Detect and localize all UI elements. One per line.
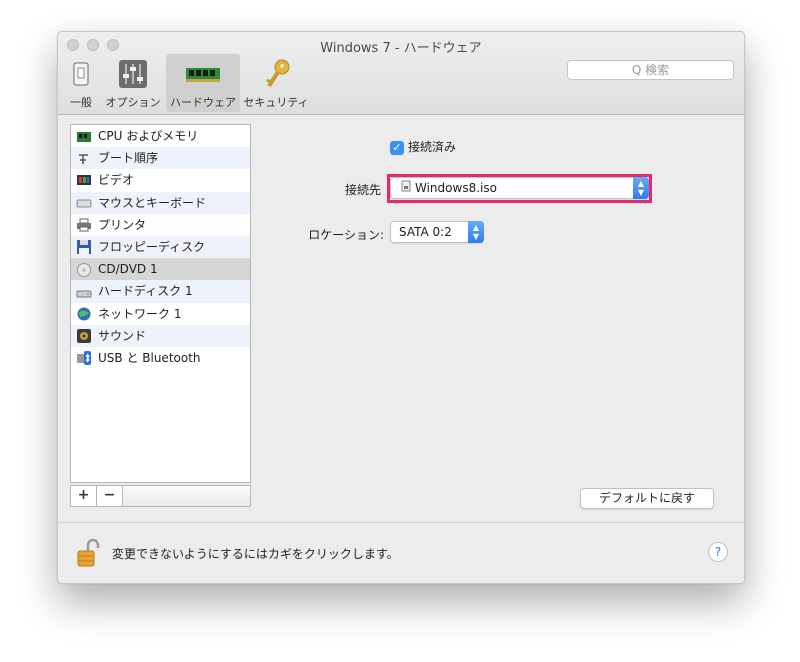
location-value: SATA 0:2 bbox=[399, 225, 452, 239]
toolbar-options[interactable]: オプション bbox=[102, 54, 164, 112]
controls-filler bbox=[123, 486, 250, 506]
lock-icon[interactable] bbox=[76, 538, 100, 568]
connected-label: 接続済み bbox=[408, 140, 457, 154]
device-list-controls: + − bbox=[70, 485, 251, 507]
sidebar-item-label: ブート順序 bbox=[98, 151, 159, 166]
sidebar-item-label: マウスとキーボード bbox=[98, 195, 207, 210]
remove-device-button[interactable]: − bbox=[97, 486, 123, 506]
toolbar-general[interactable]: 一般 bbox=[64, 54, 98, 112]
security-key-icon bbox=[242, 58, 310, 90]
sidebar-item-video[interactable]: ビデオ bbox=[71, 169, 250, 191]
sidebar-item-printer[interactable]: プリンタ bbox=[71, 214, 250, 236]
options-sliders-icon bbox=[102, 58, 164, 90]
general-switch-icon bbox=[64, 58, 98, 90]
sidebar-item-label: ハードディスク 1 bbox=[98, 284, 193, 299]
sidebar-item-usb-bluetooth[interactable]: USB と Bluetooth bbox=[71, 347, 250, 369]
source-value: Windows8.iso bbox=[415, 181, 497, 195]
toolbar-options-label: オプション bbox=[105, 96, 161, 109]
printer-icon bbox=[76, 217, 92, 232]
sidebar-item-hard-disk[interactable]: ハードディスク 1 bbox=[71, 280, 250, 303]
sidebar-item-keyboard[interactable]: マウスとキーボード bbox=[71, 191, 250, 214]
device-list: CPU およびメモリ ブート順序 ビデオ マウスとキーボード プリンタ フロッピ… bbox=[70, 124, 251, 483]
cpu-memory-icon bbox=[76, 129, 92, 143]
sidebar-item-sound[interactable]: サウンド bbox=[71, 324, 250, 347]
sidebar-item-label: フロッピーディスク bbox=[98, 239, 206, 254]
sidebar-item-floppy[interactable]: フロッピーディスク bbox=[71, 235, 250, 259]
connected-row[interactable]: ✓ 接続済み bbox=[390, 138, 456, 155]
source-stepper[interactable]: ▲ ▼ bbox=[633, 177, 649, 199]
keyboard-icon bbox=[76, 195, 92, 209]
search-field[interactable]: Q 検索 bbox=[567, 60, 734, 80]
help-button[interactable]: ? bbox=[708, 542, 728, 562]
sidebar-item-label: プリンタ bbox=[98, 217, 147, 232]
sidebar-item-label: ネットワーク 1 bbox=[98, 306, 182, 321]
source-select[interactable]: Windows8.iso ▲ ▼ bbox=[390, 177, 649, 199]
sidebar-item-label: USB と Bluetooth bbox=[98, 350, 201, 365]
toolbar-general-label: 一般 bbox=[70, 96, 92, 109]
footer-divider bbox=[58, 522, 744, 523]
preferences-window: Windows 7 - ハードウェア 一般 オプション ハードウェア セキュリテ… bbox=[57, 31, 745, 584]
file-icon bbox=[401, 178, 415, 198]
hard-disk-icon bbox=[76, 284, 92, 298]
connected-checkbox[interactable]: ✓ bbox=[390, 140, 404, 155]
sidebar-item-label: CD/DVD 1 bbox=[98, 262, 158, 277]
restore-defaults-button[interactable]: デフォルトに戻す bbox=[580, 488, 714, 509]
speaker-icon bbox=[76, 328, 92, 344]
hardware-ram-icon bbox=[166, 58, 240, 90]
location-label: ロケーション: bbox=[308, 228, 384, 242]
toolbar-hardware-label: ハードウェア bbox=[170, 96, 236, 109]
toolbar-security[interactable]: セキュリティ bbox=[242, 54, 310, 112]
cd-dvd-icon bbox=[76, 262, 92, 277]
location-select[interactable]: SATA 0:2 ▲ ▼ bbox=[390, 221, 484, 243]
sidebar-item-network[interactable]: ネットワーク 1 bbox=[71, 303, 250, 325]
network-globe-icon bbox=[76, 306, 92, 321]
toolbar-security-label: セキュリティ bbox=[243, 96, 309, 109]
location-stepper[interactable]: ▲ ▼ bbox=[468, 221, 484, 243]
sidebar-item-boot-order[interactable]: ブート順序 bbox=[71, 147, 250, 170]
lock-message: 変更できないようにするにはカギをクリックします。 bbox=[112, 547, 399, 561]
titlebar: Windows 7 - ハードウェア 一般 オプション ハードウェア セキュリテ… bbox=[58, 32, 744, 115]
video-icon bbox=[76, 173, 92, 187]
usb-bluetooth-icon bbox=[76, 350, 92, 366]
boot-order-icon bbox=[76, 151, 92, 165]
sidebar-item-cd-dvd[interactable]: CD/DVD 1 bbox=[71, 258, 250, 281]
floppy-icon bbox=[76, 239, 92, 255]
add-device-button[interactable]: + bbox=[71, 486, 97, 506]
sidebar-item-cpu-memory[interactable]: CPU およびメモリ bbox=[71, 125, 250, 147]
toolbar-hardware[interactable]: ハードウェア bbox=[166, 54, 240, 112]
sidebar-item-label: ビデオ bbox=[98, 173, 135, 188]
source-label: 接続先 bbox=[344, 183, 381, 197]
sidebar-item-label: サウンド bbox=[98, 328, 147, 343]
sidebar-item-label: CPU およびメモリ bbox=[98, 129, 199, 143]
